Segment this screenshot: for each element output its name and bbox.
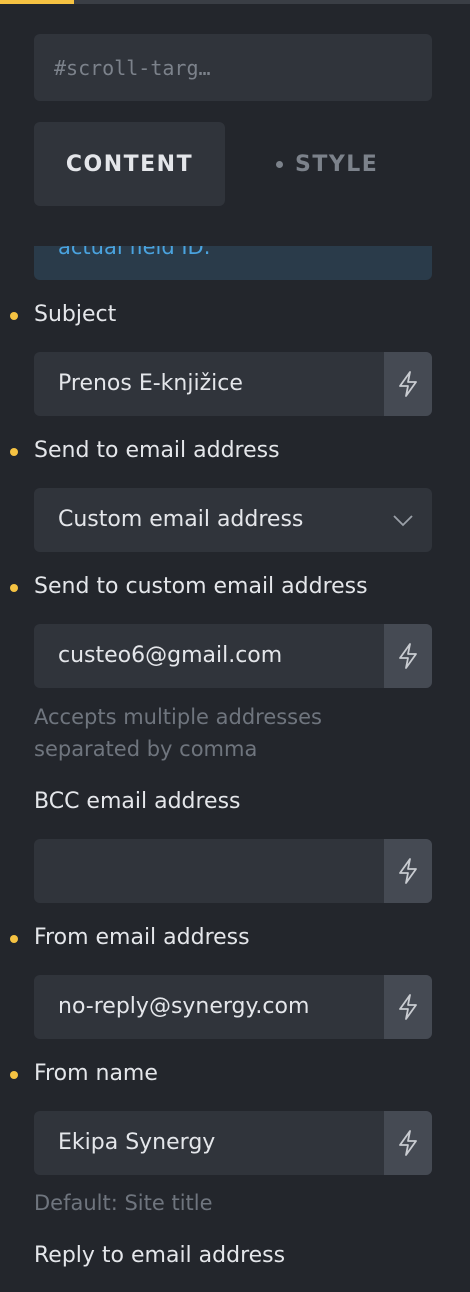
send-to-label: Send to email address [34, 438, 280, 463]
dynamic-data-button[interactable] [384, 624, 432, 688]
changed-indicator-dot [10, 312, 18, 320]
css-id-input[interactable]: #scroll-targ… [34, 34, 432, 101]
subject-value: Prenos E-knjižice [58, 371, 243, 396]
dynamic-data-button[interactable] [384, 1111, 432, 1175]
tab-content[interactable]: CONTENT [34, 122, 225, 206]
bolt-icon [399, 994, 417, 1020]
top-progress-accent [0, 0, 74, 4]
from-name-help: Default: Site title [34, 1191, 213, 1215]
bolt-icon [399, 371, 417, 397]
info-notice: actual field ID. [34, 246, 432, 280]
custom-email-label: Send to custom email address [34, 574, 368, 599]
custom-email-help-line-2: separated by comma [34, 737, 258, 761]
tab-style-label: STYLE [295, 151, 379, 177]
custom-email-help-line-1: Accepts multiple addresses [34, 705, 322, 729]
tab-content-label: CONTENT [65, 151, 194, 177]
from-email-value: no-reply@synergy.com [58, 994, 310, 1019]
chevron-down-icon [393, 515, 413, 527]
from-name-label: From name [34, 1061, 158, 1086]
subject-label: Subject [34, 302, 117, 327]
bolt-icon [399, 643, 417, 669]
tab-style[interactable]: STYLE [262, 122, 392, 206]
bcc-field[interactable] [34, 839, 432, 903]
send-to-select[interactable]: Custom email address [34, 488, 432, 552]
changed-indicator-dot [10, 1071, 18, 1079]
send-to-value: Custom email address [58, 507, 304, 532]
custom-email-value: custeo6@gmail.com [58, 643, 283, 668]
changed-indicator-dot [10, 584, 18, 592]
top-progress-bar [0, 0, 470, 4]
from-name-value: Ekipa Synergy [58, 1130, 216, 1155]
changed-indicator-dot [10, 448, 18, 456]
from-email-label: From email address [34, 925, 250, 950]
changed-indicator-dot [10, 935, 18, 943]
subject-field[interactable]: Prenos E-knjižice [34, 352, 432, 416]
from-email-field[interactable]: no-reply@synergy.com [34, 975, 432, 1039]
dynamic-data-button[interactable] [384, 975, 432, 1039]
tab-style-dot-icon [276, 160, 283, 168]
custom-email-field[interactable]: custeo6@gmail.com [34, 624, 432, 688]
bcc-label: BCC email address [34, 789, 241, 814]
dynamic-data-button[interactable] [384, 839, 432, 903]
info-notice-text: actual field ID. [58, 246, 211, 259]
dynamic-data-button[interactable] [384, 352, 432, 416]
from-name-field[interactable]: Ekipa Synergy [34, 1111, 432, 1175]
bolt-icon [399, 1130, 417, 1156]
reply-to-label: Reply to email address [34, 1243, 286, 1268]
bolt-icon [399, 858, 417, 884]
